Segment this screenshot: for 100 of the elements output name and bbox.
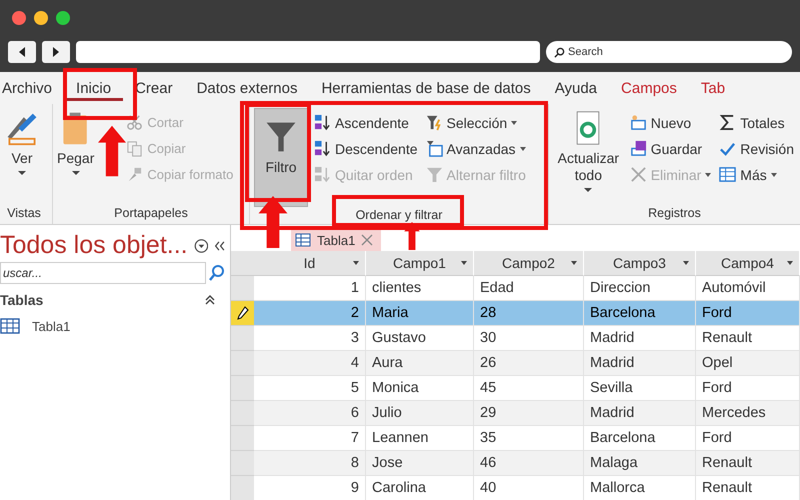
- sort-ascending-icon: [314, 114, 331, 131]
- ribbon-button[interactable]: Guardar: [628, 138, 714, 159]
- table-cell: Mercedes: [696, 401, 800, 426]
- ribbon-button[interactable]: Revisión: [717, 138, 796, 159]
- forward-button[interactable]: [42, 41, 70, 63]
- table-cell: 29: [474, 401, 584, 426]
- maximize-icon[interactable]: [56, 11, 70, 25]
- save-icon: [630, 140, 647, 157]
- funnel-form-icon: [426, 140, 443, 157]
- table-cell: 30: [474, 326, 584, 351]
- ribbon-button[interactable]: Nuevo: [628, 112, 714, 133]
- scissors-icon: [126, 114, 144, 131]
- address-field[interactable]: [76, 41, 540, 63]
- ribbon-button[interactable]: Ver: [0, 108, 44, 202]
- ribbon-tab[interactable]: Crear: [123, 76, 185, 100]
- ribbon-tab[interactable]: Inicio: [64, 76, 124, 100]
- dropdown-icon[interactable]: [194, 236, 208, 254]
- table-cell: 8: [254, 451, 366, 476]
- sort-descending-icon: [314, 140, 331, 157]
- collapse-icon[interactable]: [214, 240, 226, 252]
- spelling-check-icon: [719, 140, 736, 157]
- ribbon-button[interactable]: Descendente: [312, 138, 420, 159]
- ribbon-button[interactable]: Actualizar todo: [553, 108, 624, 202]
- group-label: Vistas: [7, 206, 41, 220]
- ribbon-button[interactable]: Selección: [424, 112, 528, 133]
- column-header[interactable]: Campo4: [696, 251, 800, 276]
- ribbon-button[interactable]: Pegar: [57, 108, 94, 202]
- table-cell: Renault: [696, 451, 800, 476]
- table-cell: Aura: [366, 351, 474, 376]
- pane-title: Todos los objet...: [0, 231, 188, 260]
- table-cell: 2: [254, 301, 366, 326]
- ribbon-tab[interactable]: Herramientas de base de datos: [309, 76, 543, 100]
- ribbon-button[interactable]: Filtro: [254, 108, 308, 207]
- table-cell: Opel: [696, 351, 800, 376]
- ribbon-tab[interactable]: Campos: [609, 76, 689, 100]
- caret-icon: [705, 172, 712, 176]
- caret-icon: [511, 120, 518, 124]
- table-cell: Sevilla: [584, 376, 696, 401]
- ribbon-tab[interactable]: Archivo: [0, 76, 64, 100]
- column-header[interactable]: Campo3: [584, 251, 696, 276]
- new-record-icon: [630, 114, 647, 131]
- group-label: Registros: [648, 206, 701, 220]
- table-cell: 3: [254, 326, 366, 351]
- table-cell: Ford: [696, 376, 800, 401]
- brush-icon: [126, 166, 144, 183]
- table-cell: clientes: [366, 276, 474, 301]
- table-cell: 5: [254, 376, 366, 401]
- ribbon-button[interactable]: Totales: [717, 112, 796, 133]
- table-cell: Gustavo: [366, 326, 474, 351]
- table-cell: Leannen: [366, 426, 474, 451]
- funnel-bolt-icon: [426, 114, 443, 131]
- table-cell: Renault: [696, 326, 800, 351]
- table-cell: Automóvil: [696, 276, 800, 301]
- table-cell: Ford: [696, 301, 800, 326]
- ribbon-button[interactable]: Más: [717, 164, 796, 185]
- section-heading: Tablas: [0, 292, 44, 308]
- table-item[interactable]: Tabla1: [0, 312, 120, 340]
- caret-icon: [18, 170, 26, 175]
- table-cell: 26: [474, 351, 584, 376]
- table-cell: Direccion: [584, 276, 696, 301]
- ribbon-tab[interactable]: Ayuda: [542, 76, 610, 100]
- search-icon[interactable]: [208, 264, 226, 282]
- column-header[interactable]: Id: [254, 251, 366, 276]
- back-button[interactable]: [8, 41, 36, 63]
- ribbon-button[interactable]: Avanzadas: [424, 138, 528, 159]
- table-cell: Ford: [696, 426, 800, 451]
- search-field[interactable]: Search: [546, 41, 792, 63]
- table-cell: 28: [474, 301, 584, 326]
- table-cell: Julio: [366, 401, 474, 426]
- ribbon-tab[interactable]: Tab: [688, 76, 738, 100]
- delete-icon: [630, 166, 647, 183]
- table-cell: Monica: [366, 376, 474, 401]
- document-tab[interactable]: Tabla1: [291, 229, 382, 251]
- close-icon[interactable]: [12, 11, 26, 25]
- table-cell: Maria: [366, 301, 474, 326]
- row-selector[interactable]: [231, 301, 254, 326]
- table-icon: [295, 233, 311, 247]
- caret-icon: [584, 188, 592, 192]
- search-icon: [554, 47, 565, 58]
- minimize-icon[interactable]: [34, 11, 48, 25]
- collapse-icon[interactable]: [204, 294, 216, 306]
- ribbon-tab[interactable]: Datos externos: [184, 76, 310, 100]
- table-cell: Edad: [474, 276, 584, 301]
- table-cell: Madrid: [584, 401, 696, 426]
- column-header[interactable]: Campo2: [474, 251, 584, 276]
- caret-icon: [770, 172, 777, 176]
- search-field[interactable]: uscar...: [0, 262, 206, 284]
- caret-icon: [520, 146, 526, 150]
- table-cell: Jose: [366, 451, 474, 476]
- caret-icon: [72, 170, 80, 175]
- column-header[interactable]: Campo1: [366, 251, 474, 276]
- group-label: Portapapeles: [114, 206, 188, 220]
- group-label: Ordenar y filtrar: [356, 208, 442, 222]
- table-cell: 1: [254, 276, 366, 301]
- table-cell: Barcelona: [584, 301, 696, 326]
- copy-icon: [126, 140, 144, 157]
- ribbon-button[interactable]: Ascendente: [312, 112, 420, 133]
- close-icon[interactable]: [361, 234, 374, 246]
- table-cell: 7: [254, 426, 366, 451]
- table-cell: Madrid: [584, 351, 696, 376]
